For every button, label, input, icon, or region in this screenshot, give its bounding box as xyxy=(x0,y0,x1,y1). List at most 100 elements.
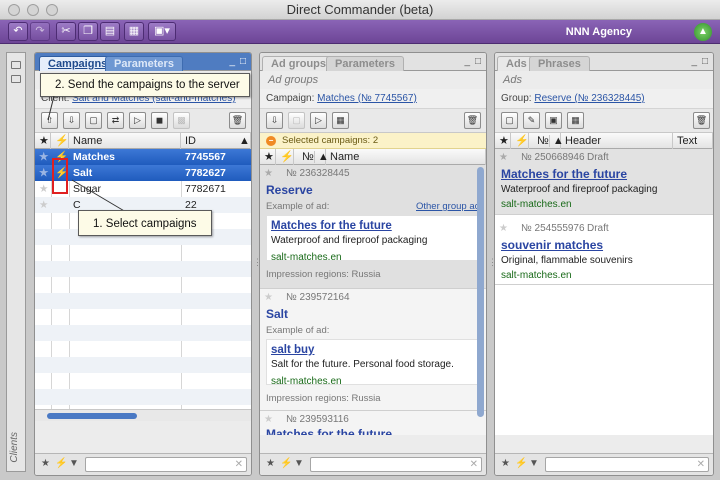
column-number[interactable]: № ▲ xyxy=(529,133,564,149)
star-column-icon[interactable]: ★ xyxy=(35,133,51,149)
star-icon[interactable]: ★ xyxy=(39,197,48,213)
clients-label[interactable]: Clients xyxy=(9,432,20,463)
funnel-filter-icon[interactable]: ▼ xyxy=(294,458,304,469)
star-icon[interactable]: ★ xyxy=(499,223,508,234)
list-item[interactable]: ★ № 250668946 Draft Matches for the futu… xyxy=(495,149,713,215)
splitter-handle[interactable]: ⋮ xyxy=(253,255,262,269)
zoom-window-button[interactable] xyxy=(46,4,58,16)
selection-notice: − Selected campaigns: 2 xyxy=(260,133,486,149)
minimize-icon[interactable]: _ xyxy=(229,56,235,67)
flash-column-icon[interactable]: ⚡ xyxy=(511,133,529,149)
flash-filter-icon[interactable]: ⚡ xyxy=(280,458,292,469)
vertical-scrollbar[interactable] xyxy=(477,167,484,417)
maximize-icon[interactable]: □ xyxy=(240,56,246,67)
ads-search-input[interactable]: ✕ xyxy=(545,457,709,472)
funnel-filter-icon[interactable]: ▼ xyxy=(69,458,79,469)
cut-icon[interactable]: ✂ xyxy=(56,22,76,41)
paste-icon[interactable]: ▤ xyxy=(100,22,120,41)
horizontal-scrollbar[interactable] xyxy=(35,409,251,421)
panel-toggle-icon[interactable] xyxy=(11,61,21,69)
minimize-icon[interactable]: _ xyxy=(691,56,697,67)
campaigns-panel: Campaigns Parameters _ □ Client: Salt an… xyxy=(34,52,252,476)
scroll-thumb[interactable] xyxy=(47,413,137,419)
download-icon[interactable]: ⇩ xyxy=(63,112,80,129)
flash-filter-icon[interactable]: ⚡ xyxy=(515,458,527,469)
star-column-icon[interactable]: ★ xyxy=(260,149,276,165)
star-filter-icon[interactable]: ★ xyxy=(501,458,510,469)
copy-campaign-icon[interactable]: ⇄ xyxy=(107,112,124,129)
columns-icon[interactable]: ▦ xyxy=(124,22,144,41)
flash-filter-icon[interactable]: ⚡ xyxy=(55,458,67,469)
stop-icon[interactable]: ◼ xyxy=(151,112,168,129)
sort-asc-icon[interactable]: ▲ xyxy=(235,133,250,149)
grid-icon[interactable]: ▦ xyxy=(332,112,349,129)
star-column-icon[interactable]: ★ xyxy=(495,133,511,149)
star-icon[interactable]: ★ xyxy=(499,152,508,163)
tab-phrases[interactable]: Phrases xyxy=(529,56,590,71)
agency-name[interactable]: NNN Agency xyxy=(566,20,632,44)
adgroups-search-input[interactable]: ✕ xyxy=(310,457,482,472)
tab-parameters[interactable]: Parameters xyxy=(326,56,404,71)
new-campaign-icon[interactable]: ▢ xyxy=(85,112,102,129)
star-icon[interactable]: ★ xyxy=(264,414,273,425)
clear-icon[interactable]: ✕ xyxy=(235,458,243,471)
redo-icon[interactable]: ↷ xyxy=(30,22,50,41)
start-icon[interactable]: ▷ xyxy=(310,112,327,129)
stats-icon[interactable]: ▩ xyxy=(173,112,190,129)
panel-toggle-icon[interactable] xyxy=(11,75,21,83)
start-icon[interactable]: ▷ xyxy=(129,112,146,129)
minimize-icon[interactable]: _ xyxy=(464,56,470,67)
download-icon[interactable]: ⇩ xyxy=(266,112,283,129)
star-icon[interactable]: ★ xyxy=(39,165,48,181)
grid-icon[interactable]: ▦ xyxy=(567,112,584,129)
splitter-handle[interactable]: ⋮ xyxy=(488,255,497,269)
star-filter-icon[interactable]: ★ xyxy=(41,458,50,469)
image-icon[interactable]: ▣ xyxy=(545,112,562,129)
campaigns-search-input[interactable]: ✕ xyxy=(85,457,247,472)
star-filter-icon[interactable]: ★ xyxy=(266,458,275,469)
maximize-icon[interactable]: □ xyxy=(702,56,708,67)
close-window-button[interactable] xyxy=(8,4,20,16)
new-ad-icon[interactable]: ▢ xyxy=(501,112,518,129)
flash-column-icon[interactable]: ⚡ xyxy=(276,149,294,165)
clear-icon[interactable]: ✕ xyxy=(470,458,478,471)
tab-parameters[interactable]: Parameters xyxy=(105,56,183,71)
star-icon[interactable]: ★ xyxy=(39,181,48,197)
sync-icon[interactable]: ▲ xyxy=(694,23,712,41)
column-name[interactable]: Name xyxy=(326,149,486,165)
column-number[interactable]: № ▲ xyxy=(294,149,329,165)
column-text[interactable]: Text xyxy=(673,133,713,149)
edit-icon[interactable]: ✎ xyxy=(523,112,540,129)
column-name[interactable]: Name xyxy=(69,133,181,149)
trash-icon[interactable]: 🗑 xyxy=(464,112,481,129)
trash-icon[interactable]: 🗑 xyxy=(693,112,710,129)
star-icon[interactable]: ★ xyxy=(39,149,48,165)
minimize-window-button[interactable] xyxy=(27,4,39,16)
copy-icon[interactable]: ❐ xyxy=(78,22,98,41)
group-link[interactable]: Reserve (№ 236328445) xyxy=(534,93,644,104)
maximize-icon[interactable]: □ xyxy=(475,56,481,67)
star-icon[interactable]: ★ xyxy=(264,168,273,179)
flash-column-icon[interactable]: ⚡ xyxy=(51,133,69,149)
clients-sidebar[interactable]: Clients xyxy=(6,52,26,472)
list-item[interactable]: ★ № 236328445 Reserve Example of ad: Oth… xyxy=(260,165,486,289)
column-header[interactable]: Header xyxy=(561,133,673,149)
new-group-icon[interactable]: ▢ xyxy=(288,112,305,129)
other-group-ads-link[interactable]: Other group ac xyxy=(416,201,479,212)
campaign-link[interactable]: Matches (№ 7745567) xyxy=(317,93,417,104)
star-icon[interactable]: ★ xyxy=(264,292,273,303)
callout-send-campaigns: 2. Send the campaigns to the server xyxy=(40,73,250,97)
callout-arrow xyxy=(47,96,55,121)
adgroups-filter-bar: ★ ⚡ ▼ ✕ xyxy=(260,453,486,475)
minus-icon[interactable]: − xyxy=(266,136,276,146)
clear-icon[interactable]: ✕ xyxy=(697,458,705,471)
ads-filter-bar: ★ ⚡ ▼ ✕ xyxy=(495,453,713,475)
undo-icon[interactable]: ↶ xyxy=(8,22,28,41)
funnel-filter-icon[interactable]: ▼ xyxy=(529,458,539,469)
tab-ad-groups[interactable]: Ad groups xyxy=(262,56,335,71)
list-item[interactable]: ★ № 239572164 Salt Example of ad: salt b… xyxy=(260,289,486,411)
view-menu-icon[interactable]: ▣▾ xyxy=(148,22,176,41)
trash-icon[interactable]: 🗑 xyxy=(229,112,246,129)
list-item[interactable]: ★ № 239593116 Matches for the future xyxy=(260,411,486,435)
list-item[interactable]: ★ № 254555976 Draft souvenir matches Ori… xyxy=(495,215,713,285)
